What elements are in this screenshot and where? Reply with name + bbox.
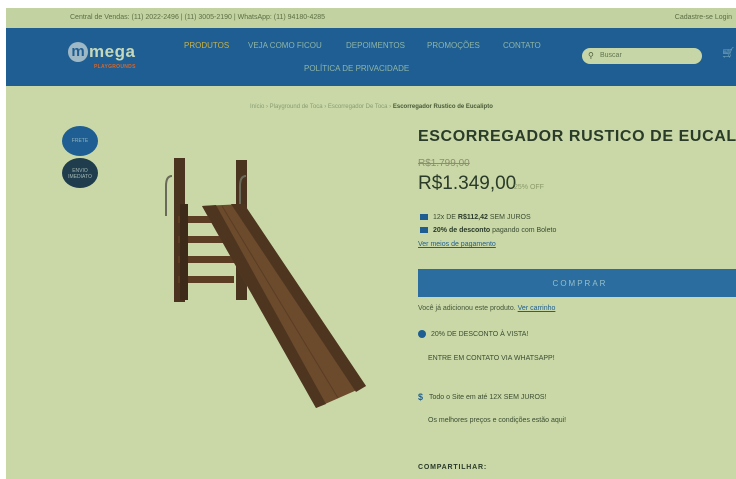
installments-value: R$112,42	[457, 214, 488, 221]
product-title: ESCORREGADOR RUSTICO DE EUCALIPTO	[418, 128, 736, 145]
boleto-text: pagando com Boleto	[490, 227, 557, 234]
barcode-icon	[420, 227, 428, 234]
whatsapp-icon	[418, 330, 426, 338]
nav-promocoes[interactable]: PROMOÇÕES	[427, 41, 480, 50]
best-prices: Os melhores preços e condições estão aqu…	[428, 417, 567, 424]
buy-button[interactable]: COMPRAR	[418, 269, 736, 297]
search-icon: ⚲	[588, 51, 594, 60]
whatsapp-discount-text: 20% DE DESCONTO À VISTA!	[431, 330, 529, 338]
share-label: COMPARTILHAR:	[418, 464, 487, 471]
dollar-icon: $	[418, 392, 424, 402]
site-installments-text: Todo o Site em até 12X SEM JUROS!	[429, 393, 547, 401]
nav-veja-como-ficou[interactable]: VEJA COMO FICOU	[248, 41, 322, 50]
contact-info: Central de Vendas: (11) 2022-2496 | (11)…	[70, 14, 326, 21]
nav-politica-privacidade[interactable]: POLÍTICA DE PRIVACIDADE	[304, 64, 409, 73]
payment-methods-link[interactable]: Ver meios de pagamento	[418, 241, 496, 248]
nav-produtos[interactable]: PRODUTOS	[184, 41, 229, 50]
whatsapp-contact[interactable]: ENTRE EM CONTATO VIA WHATSAPP!	[428, 355, 555, 362]
added-notice: Você já adicionou este produto. Ver carr…	[418, 305, 555, 312]
account-links[interactable]: Cadastre-se Login	[675, 14, 732, 21]
installments-suffix: SEM JUROS	[487, 214, 531, 221]
search-input[interactable]: Buscar	[600, 52, 622, 59]
installments-prefix: 12x DE	[433, 214, 458, 221]
search-box[interactable]: ⚲ Buscar	[582, 48, 702, 64]
top-bar: Central de Vendas: (11) 2022-2496 | (11)…	[6, 8, 736, 28]
discount-label: 25% OFF	[514, 184, 544, 191]
logo-name: mega	[89, 42, 136, 61]
cart-icon[interactable]: 🛒	[722, 48, 734, 59]
nav-contato[interactable]: CONTATO	[503, 41, 541, 50]
header: m mega PLAYGROUNDS PRODUTOS VEJA COMO FI…	[6, 28, 736, 86]
view-cart-link[interactable]: Ver carrinho	[518, 305, 556, 312]
boleto-discount: 20% de desconto	[433, 227, 491, 234]
nav-depoimentos[interactable]: DEPOIMENTOS	[346, 41, 405, 50]
logo-mark: m	[68, 42, 88, 62]
logo[interactable]: m mega PLAYGROUNDS	[68, 42, 158, 74]
added-text: Você já adicionou este produto.	[418, 305, 516, 312]
site-installments: $ Todo o Site em até 12X SEM JUROS!	[418, 392, 547, 402]
old-price: R$1.799,00	[418, 158, 470, 169]
logo-tagline: PLAYGROUNDS	[94, 64, 136, 70]
installments-line: 12x DE R$112,42 SEM JUROS	[420, 214, 531, 221]
breadcrumb-path[interactable]: Início › Playground de Toca › Escorregad…	[250, 104, 393, 110]
boleto-line: 20% de desconto pagando com Boleto	[420, 227, 556, 234]
whatsapp-discount: 20% DE DESCONTO À VISTA!	[418, 330, 528, 338]
breadcrumb: Início › Playground de Toca › Escorregad…	[250, 104, 493, 110]
product-image[interactable]	[156, 146, 366, 408]
stock-badge: ENVIO IMEDIATO	[62, 158, 98, 188]
stock-badge-label: ENVIO IMEDIATO	[68, 168, 92, 180]
credit-card-icon	[420, 214, 428, 221]
price: R$1.349,00	[418, 173, 517, 194]
shipping-badge: FRETE	[62, 126, 98, 156]
page: Central de Vendas: (11) 2022-2496 | (11)…	[6, 8, 736, 479]
breadcrumb-current: Escorregador Rustico de Eucalipto	[392, 104, 493, 110]
